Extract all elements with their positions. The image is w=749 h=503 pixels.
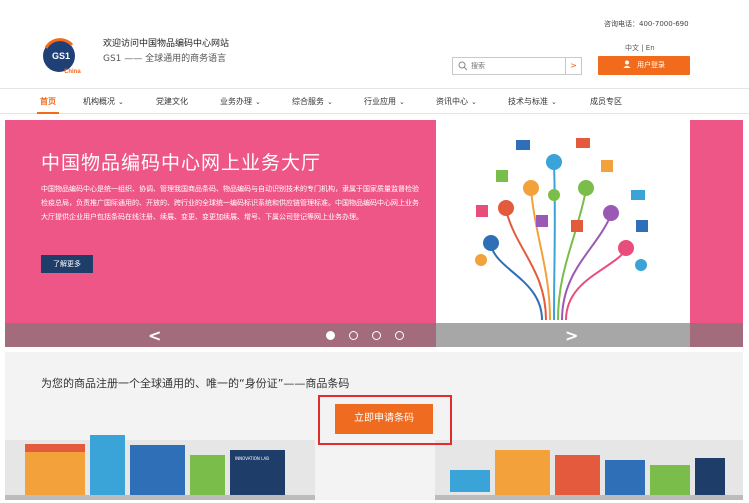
nav-label: 资讯中心	[436, 97, 468, 106]
nav-item-home[interactable]: 首页	[40, 96, 56, 107]
chevron-down-icon: ⌄	[255, 98, 261, 106]
active-nav-indicator	[37, 112, 59, 114]
slide-dot[interactable]	[395, 331, 404, 340]
nav-label: 成员专区	[590, 97, 622, 106]
search-button[interactable]: >	[565, 58, 581, 74]
nav-item-party-culture[interactable]: 党建文化	[156, 96, 188, 107]
nav-label: 综合服务	[292, 97, 324, 106]
slider-controls: < >	[5, 323, 743, 347]
nav-item-members[interactable]: 成员专区	[590, 96, 622, 107]
gs1-logo[interactable]: GS1 China	[40, 38, 86, 76]
nav-label: 首页	[40, 97, 56, 106]
nav-label: 党建文化	[156, 97, 188, 106]
nav-label: 业务办理	[220, 97, 252, 106]
nav-item-business[interactable]: 业务办理 ⌄	[220, 96, 261, 107]
apply-barcode-button[interactable]: 立即申请条码	[335, 404, 433, 434]
login-button[interactable]: 用户登录	[598, 56, 690, 75]
nav-item-standards[interactable]: 技术与标准 ⌄	[508, 96, 557, 107]
svg-text:China: China	[64, 69, 81, 75]
chevron-down-icon: ⌄	[118, 98, 124, 106]
hero-banner: 中国物品编码中心网上业务大厅 中国物品编码中心是统一组织、协调、管理我国商品条码…	[5, 120, 743, 347]
nav-item-services[interactable]: 综合服务 ⌄	[292, 96, 333, 107]
user-icon	[623, 60, 631, 68]
svg-text:GS1: GS1	[52, 51, 70, 61]
chevron-down-icon: ⌄	[551, 98, 557, 106]
svg-text:INNOVATION LAB: INNOVATION LAB	[235, 456, 269, 461]
chevron-down-icon: ⌄	[399, 98, 405, 106]
search-input[interactable]	[471, 59, 563, 73]
search-icon	[458, 61, 468, 71]
slide-dot[interactable]	[372, 331, 381, 340]
main-nav: 首页 机构概况 ⌄ 党建文化 业务办理 ⌄ 综合服务 ⌄ 行业应用 ⌄ 资讯中心 ⌄ 技术…	[0, 88, 749, 114]
hotline-text: 咨询电话：400-7000-690	[604, 20, 689, 28]
search-box: >	[452, 57, 582, 75]
language-switch[interactable]: 中文 | En	[625, 43, 655, 53]
site-header: GS1 China 欢迎访问中国物品编码中心网站 GS1 —— 全球通用的商务语…	[0, 0, 749, 88]
banner-description: 中国物品编码中心是统一组织、协调、管理我国商品条码、物品编码与自动识别技术的专门…	[41, 185, 419, 221]
barcode-promo-section: 为您的商品注册一个全球通用的、唯一的“身份证”——商品条码 INNOVATION…	[5, 352, 743, 500]
city-illustration-right	[435, 440, 743, 500]
promo-slogan: 为您的商品注册一个全球通用的、唯一的“身份证”——商品条码	[41, 377, 350, 390]
nav-item-about[interactable]: 机构概况 ⌄	[83, 96, 124, 107]
chevron-down-icon: ⌄	[471, 98, 477, 106]
nav-item-news[interactable]: 资讯中心 ⌄	[436, 96, 477, 107]
tagline-text: GS1 —— 全球通用的商务语言	[103, 54, 227, 64]
learn-more-button[interactable]: 了解更多	[41, 255, 93, 273]
nav-label: 技术与标准	[508, 97, 548, 106]
next-slide-button[interactable]: >	[565, 326, 578, 345]
banner-title: 中国物品编码中心网上业务大厅	[41, 152, 322, 174]
nav-item-industry[interactable]: 行业应用 ⌄	[364, 96, 405, 107]
slide-dot[interactable]	[326, 331, 335, 340]
nav-label: 行业应用	[364, 97, 396, 106]
icon-tree-illustration	[436, 120, 690, 347]
login-label: 用户登录	[637, 61, 665, 69]
slide-dot[interactable]	[349, 331, 358, 340]
welcome-text: 欢迎访问中国物品编码中心网站	[103, 39, 230, 49]
nav-label: 机构概况	[83, 97, 115, 106]
chevron-down-icon: ⌄	[327, 98, 333, 106]
city-illustration-left: INNOVATION LAB	[5, 435, 315, 500]
prev-slide-button[interactable]: <	[148, 326, 161, 345]
